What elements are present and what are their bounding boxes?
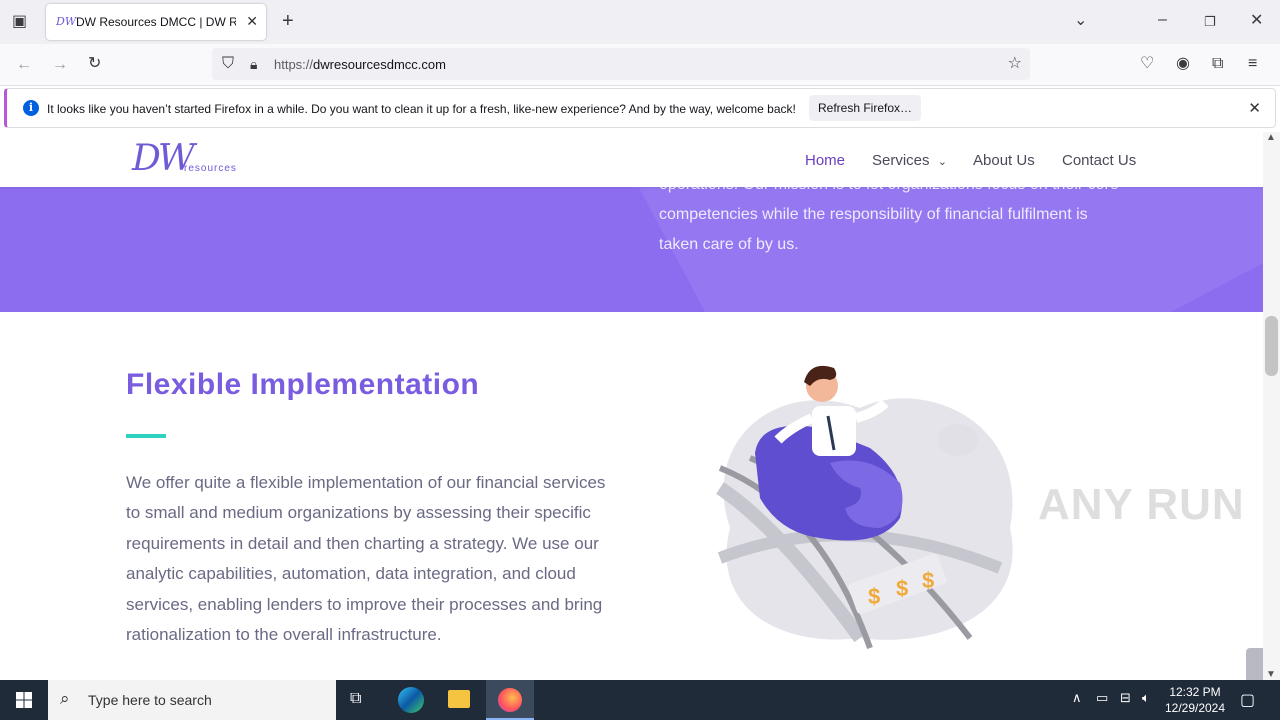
search-placeholder: Type here to search xyxy=(88,692,212,708)
notification-bar: i It looks like you haven’t started Fire… xyxy=(4,88,1276,128)
info-icon: i xyxy=(23,100,39,116)
tab-overview-icon[interactable]: ▣ xyxy=(12,14,27,30)
nav-contact[interactable]: Contact Us xyxy=(1062,152,1136,169)
bookmark-star-icon[interactable]: ☆ xyxy=(1008,56,1022,72)
list-tabs-icon[interactable]: ⌄ xyxy=(1074,13,1087,29)
section-title: Flexible Implementation xyxy=(126,368,480,401)
tab-bar: ▣ DW DW Resources DMCC | DW Resources ✕ … xyxy=(0,0,1280,44)
network-icon[interactable]: ⊟ xyxy=(1120,690,1131,706)
page-scrollbar[interactable]: ▲ ▼ xyxy=(1263,132,1280,680)
title-underline xyxy=(126,434,166,438)
forward-icon[interactable]: → xyxy=(52,57,68,73)
clock-date: 12/29/2024 xyxy=(1164,701,1226,715)
menu-icon[interactable]: ≡ xyxy=(1248,56,1257,72)
chevron-down-icon: ⌄ xyxy=(937,156,947,168)
nav-services[interactable]: Services ⌄ xyxy=(872,152,947,169)
navigation-toolbar: ← → ↻ ⛉ 🔒︎ https://dwresourcesdmcc.com ☆… xyxy=(0,44,1280,86)
nav-home[interactable]: Home xyxy=(805,152,845,169)
reload-icon[interactable]: ↻ xyxy=(88,56,101,72)
close-tab-icon[interactable]: ✕ xyxy=(246,13,258,30)
pocket-icon[interactable]: ♡ xyxy=(1140,56,1154,72)
site-header: DW resources Home Services ⌄ About Us Co… xyxy=(0,132,1263,187)
extensions-icon[interactable]: ⧉ xyxy=(1212,56,1223,72)
edge-icon[interactable] xyxy=(398,687,424,713)
nav-about[interactable]: About Us xyxy=(973,152,1035,169)
anyrun-watermark: ANY RUN xyxy=(1038,480,1245,529)
notification-message: It looks like you haven’t started Firefo… xyxy=(47,102,796,116)
scroll-up-icon[interactable]: ▲ xyxy=(1266,132,1276,143)
site-logo[interactable]: DW resources xyxy=(130,134,240,186)
tab-title: DW Resources DMCC | DW Resources xyxy=(76,15,236,29)
favicon: DW xyxy=(56,15,77,28)
url-bar[interactable]: ⛉ 🔒︎ https://dwresourcesdmcc.com ☆ xyxy=(212,48,1030,80)
taskbar-search[interactable]: ⌕ Type here to search xyxy=(48,680,336,720)
shield-icon[interactable]: ⛉ xyxy=(222,56,234,72)
dollar-sign: $ xyxy=(868,584,880,609)
logo-mark: DW xyxy=(132,138,195,179)
windows-taskbar: ⌕ Type here to search ⧉ ∧ ▭ ⊟ 🔈︎ 12:32 P… xyxy=(0,680,1280,720)
minimize-icon[interactable]: – xyxy=(1158,12,1167,28)
side-tab[interactable] xyxy=(1246,648,1263,680)
refresh-firefox-button[interactable]: Refresh Firefox… xyxy=(809,95,921,121)
back-icon[interactable]: ← xyxy=(16,57,32,73)
account-icon[interactable]: ◉ xyxy=(1176,56,1190,72)
dollar-sign: $ xyxy=(896,576,908,601)
device-icon[interactable]: ▭ xyxy=(1096,690,1108,706)
web-page: operations. Our mission is to let organi… xyxy=(0,132,1263,680)
file-explorer-icon[interactable] xyxy=(448,690,470,708)
search-icon: ⌕ xyxy=(60,689,70,708)
restore-icon[interactable]: ❐ xyxy=(1204,14,1216,30)
windows-start-icon[interactable] xyxy=(16,692,32,708)
chevron-up-icon[interactable]: ∧ xyxy=(1072,690,1082,706)
lock-icon[interactable]: 🔒︎ xyxy=(250,56,257,72)
close-window-icon[interactable]: ✕ xyxy=(1250,13,1263,29)
task-view-icon[interactable]: ⧉ xyxy=(350,690,361,708)
firefox-icon xyxy=(498,688,522,712)
logo-text: resources xyxy=(184,163,237,174)
firefox-taskbar-button[interactable] xyxy=(486,680,534,720)
scrollbar-thumb[interactable] xyxy=(1265,316,1278,376)
rollercoaster-illustration: $ $ $ xyxy=(716,365,1013,650)
scroll-down-icon[interactable]: ▼ xyxy=(1266,669,1276,680)
system-clock[interactable]: 12:32 PM 12/29/2024 xyxy=(1160,684,1230,716)
section-body: We offer quite a flexible implementation… xyxy=(126,473,606,645)
browser-tab[interactable]: DW DW Resources DMCC | DW Resources ✕ xyxy=(46,4,266,40)
close-notification-icon[interactable]: ✕ xyxy=(1248,99,1261,117)
url-text[interactable]: https://dwresourcesdmcc.com xyxy=(274,57,446,72)
clock-time: 12:32 PM xyxy=(1169,685,1221,699)
new-tab-icon[interactable]: + xyxy=(282,11,294,31)
dollar-sign: $ xyxy=(922,568,934,593)
notification-center-icon[interactable]: ▢ xyxy=(1240,690,1255,710)
volume-icon[interactable]: 🔈︎ xyxy=(1142,690,1150,706)
